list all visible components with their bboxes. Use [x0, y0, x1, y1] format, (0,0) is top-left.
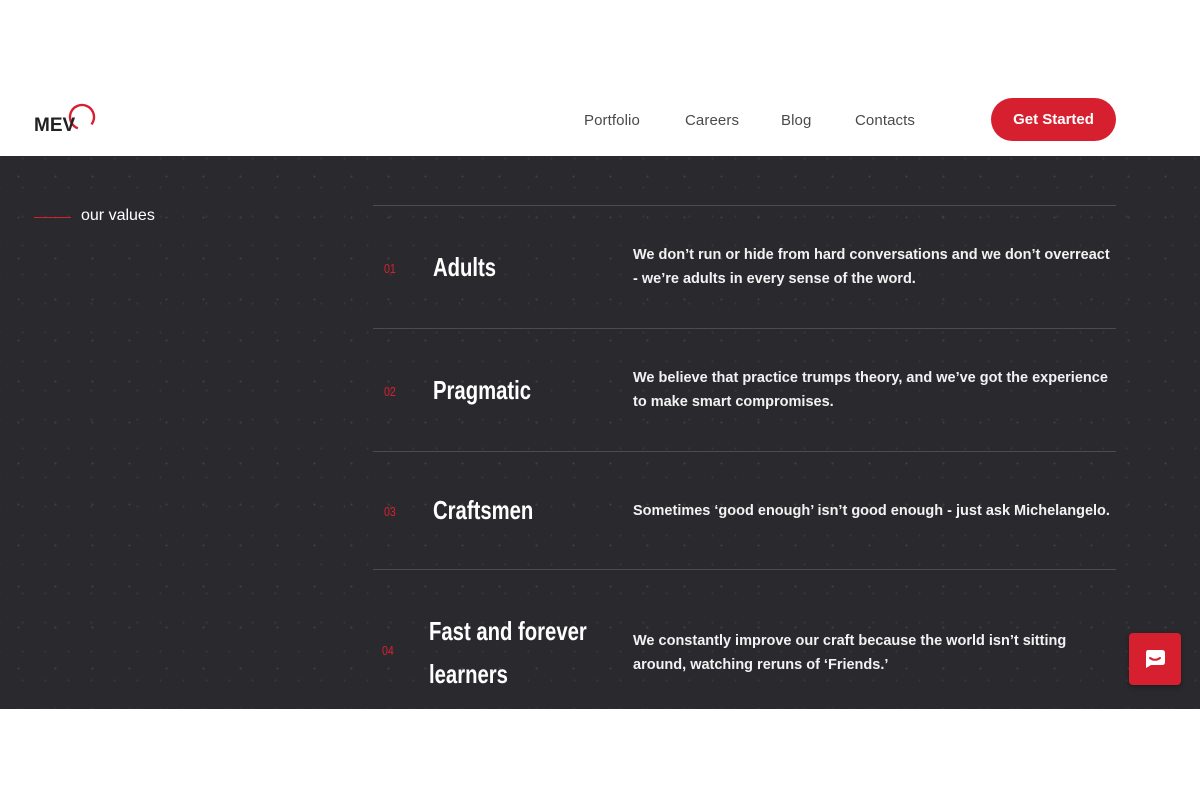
get-started-button[interactable]: Get Started [991, 98, 1116, 141]
value-title: Pragmatic [433, 375, 532, 405]
value-item-craftsmen: 03 Craftsmen Sometimes ‘good enough’ isn… [373, 451, 1116, 569]
value-item-adults: 01 Adults We don’t run or hide from hard… [373, 205, 1116, 328]
value-title-line-1: Fast and forever [429, 616, 587, 646]
nav-portfolio[interactable]: Portfolio [584, 112, 640, 129]
value-number: 01 [384, 261, 396, 276]
value-description: We constantly improve our craft because … [633, 633, 1067, 673]
value-description: We don’t run or hide from hard conversat… [633, 247, 1110, 287]
nav-blog[interactable]: Blog [781, 112, 811, 129]
values-section: our values 01 Adults We don’t run or hid… [0, 156, 1200, 709]
value-item-pragmatic: 02 Pragmatic We believe that practice tr… [373, 328, 1116, 451]
value-description: Sometimes ‘good enough’ isn’t good enoug… [633, 503, 1110, 519]
value-number: 04 [382, 643, 394, 658]
value-number: 02 [384, 384, 396, 399]
value-item-learners: 04 Fast and forever learners We constant… [373, 569, 1116, 709]
chat-bubble-icon [1146, 650, 1165, 668]
nav-contacts[interactable]: Contacts [855, 112, 915, 129]
mev-logo-icon[interactable]: MEV [33, 101, 99, 135]
svg-text:MEV: MEV [34, 115, 76, 135]
section-label-line [34, 217, 71, 218]
chat-widget-button[interactable] [1129, 633, 1181, 685]
site-header: MEV Portfolio Careers Blog Contacts Get … [0, 85, 1200, 156]
value-number: 03 [384, 504, 396, 519]
section-label-text: our values [81, 207, 155, 224]
value-title: Craftsmen [433, 495, 534, 525]
value-description: We believe that practice trumps theory, … [633, 370, 1108, 410]
value-title-line-2: learners [429, 659, 508, 689]
value-title: Adults [433, 252, 497, 282]
nav-careers[interactable]: Careers [685, 112, 739, 129]
